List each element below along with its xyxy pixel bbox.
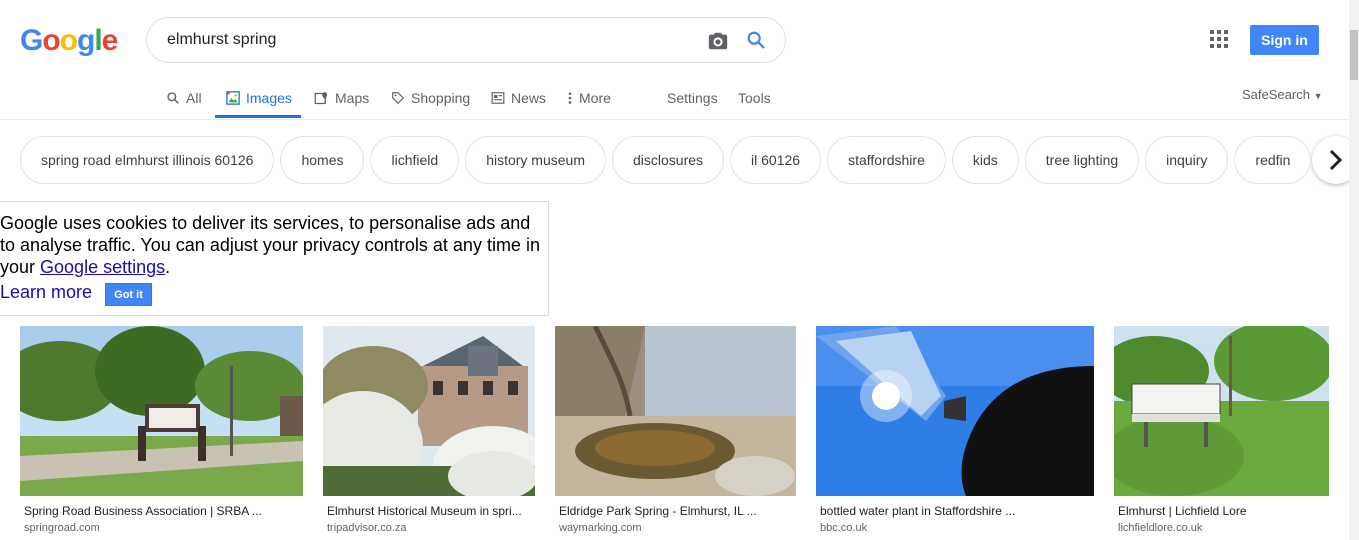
tab-label: Images xyxy=(246,90,292,106)
more-vert-icon xyxy=(568,92,572,104)
chip[interactable]: redfin xyxy=(1234,136,1310,184)
tab-label: Maps xyxy=(335,90,370,106)
scrollbar-thumb[interactable] xyxy=(1350,30,1358,80)
search-nav: All Images Maps Shopping News More Setti… xyxy=(0,78,1359,120)
tab-maps[interactable]: Maps xyxy=(314,78,369,118)
tab-shopping[interactable]: Shopping xyxy=(391,78,470,118)
chip[interactable]: il 60126 xyxy=(730,136,822,184)
tab-more[interactable]: More xyxy=(567,78,611,118)
result-title[interactable]: Spring Road Business Association | SRBA … xyxy=(24,504,262,518)
result-domain: bbc.co.uk xyxy=(820,522,868,534)
result-domain: waymarking.com xyxy=(559,522,642,534)
search-icon[interactable] xyxy=(745,29,767,51)
result-domain: springroad.com xyxy=(24,522,100,534)
tab-images[interactable]: Images xyxy=(226,78,292,118)
google-images-page: Google elmhurst spring Sign in All Image… xyxy=(0,0,1359,540)
related-chips: spring road elmhurst illinois 60126 homes… xyxy=(20,136,1310,184)
search-icon xyxy=(167,92,179,104)
google-settings-link[interactable]: Google settings xyxy=(40,257,165,277)
active-tab-indicator xyxy=(215,115,301,118)
tag-icon xyxy=(392,92,405,105)
settings-link[interactable]: Settings xyxy=(667,78,718,118)
image-icon xyxy=(226,91,240,105)
cookie-text: Google uses cookies to deliver its servi… xyxy=(0,212,545,278)
chip[interactable]: disclosures xyxy=(612,136,725,184)
result-thumbnail[interactable] xyxy=(1114,326,1329,496)
sign-in-button[interactable]: Sign in xyxy=(1250,25,1319,55)
result-title[interactable]: Eldridge Park Spring - Elmhurst, IL ... xyxy=(559,504,757,518)
tools-link[interactable]: Tools xyxy=(738,78,771,118)
learn-more-link[interactable]: Learn more xyxy=(0,282,92,303)
apps-grid-icon[interactable] xyxy=(1210,30,1228,48)
search-box[interactable]: elmhurst spring xyxy=(146,17,786,63)
tab-label: News xyxy=(511,90,547,106)
result-title[interactable]: bottled water plant in Staffordshire ... xyxy=(820,504,1015,518)
result-domain: lichfieldlore.co.uk xyxy=(1118,522,1203,534)
safesearch-dropdown[interactable]: SafeSearch ▼ xyxy=(1242,87,1322,102)
chip[interactable]: spring road elmhurst illinois 60126 xyxy=(20,136,275,184)
result-title[interactable]: Elmhurst Historical Museum in spri... xyxy=(327,504,522,518)
result-thumbnail[interactable] xyxy=(816,326,1094,496)
news-icon xyxy=(491,92,505,104)
scrollbar[interactable] xyxy=(1349,0,1359,540)
chip[interactable]: lichfield xyxy=(370,136,460,184)
chip[interactable]: kids xyxy=(951,136,1019,184)
chip[interactable]: history museum xyxy=(465,136,606,184)
map-icon xyxy=(314,91,328,104)
result-thumbnail[interactable] xyxy=(20,326,303,496)
caret-down-icon: ▼ xyxy=(1313,91,1323,101)
google-logo[interactable]: Google xyxy=(20,24,118,58)
cookie-period: . xyxy=(165,257,171,277)
tab-label: All xyxy=(186,90,202,106)
got-it-button[interactable]: Got it xyxy=(105,283,152,306)
result-thumbnail[interactable] xyxy=(323,326,535,496)
tab-all[interactable]: All xyxy=(166,78,202,118)
result-thumbnail[interactable] xyxy=(555,326,796,496)
result-domain: tripadvisor.co.za xyxy=(327,522,407,534)
tab-label: More xyxy=(579,90,611,106)
tab-news[interactable]: News xyxy=(491,78,546,118)
search-input[interactable]: elmhurst spring xyxy=(167,31,276,49)
chip[interactable]: inquiry xyxy=(1145,136,1229,184)
camera-icon[interactable] xyxy=(707,30,729,52)
cookie-notice: Google uses cookies to deliver its servi… xyxy=(0,201,549,316)
safesearch-label: SafeSearch xyxy=(1242,87,1310,102)
chip[interactable]: tree lighting xyxy=(1024,136,1140,184)
chip[interactable]: staffordshire xyxy=(827,136,946,184)
result-title[interactable]: Elmhurst | Lichfield Lore xyxy=(1118,504,1247,518)
chip[interactable]: homes xyxy=(280,136,365,184)
tab-label: Shopping xyxy=(411,90,471,106)
